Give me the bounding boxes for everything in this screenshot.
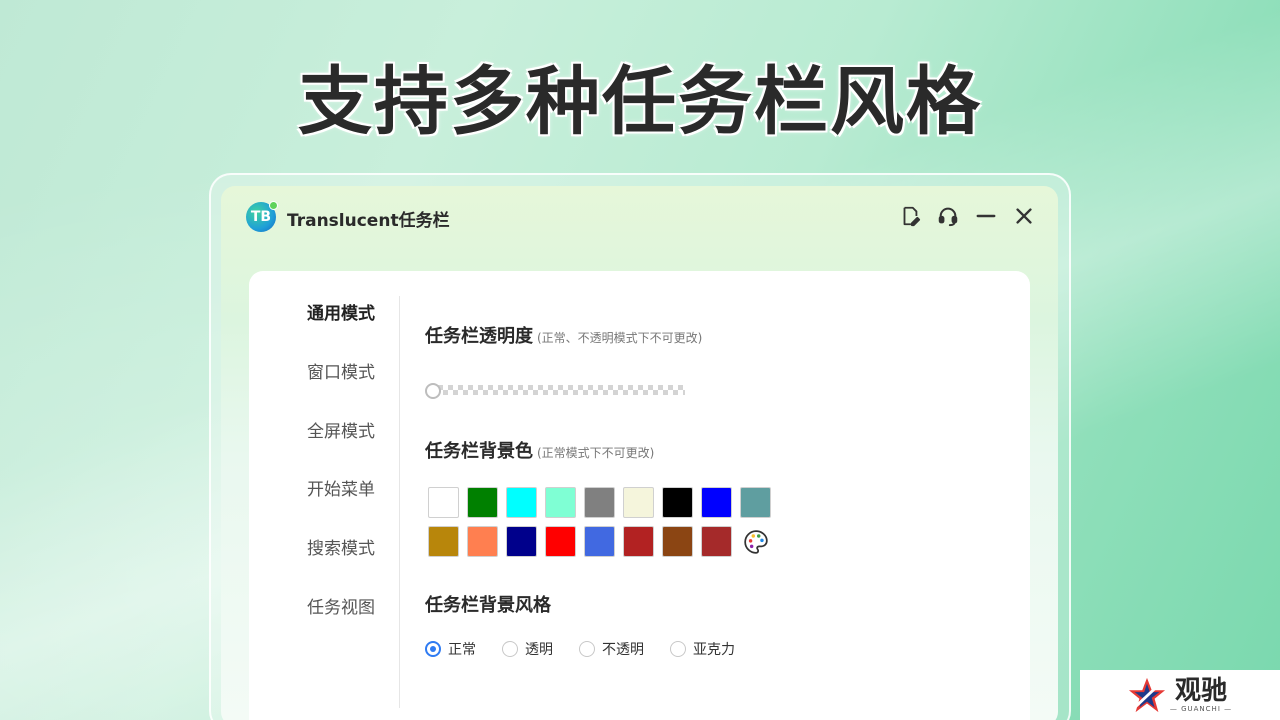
headset-icon[interactable] [936, 204, 960, 228]
sidebar: 通用模式 窗口模式 全屏模式 开始菜单 搜索模式 任务视图 [249, 271, 399, 720]
bg-color-note: (正常模式下不可更改) [537, 446, 655, 460]
transparency-title: 任务栏透明度 [425, 326, 533, 347]
color-swatch[interactable] [467, 487, 498, 518]
color-swatch[interactable] [506, 487, 537, 518]
radio-transparent[interactable]: 透明 [502, 639, 553, 659]
headline: 支持多种任务栏风格 [298, 59, 982, 145]
color-swatch[interactable] [428, 487, 459, 518]
transparency-note: (正常、不透明模式下不可更改) [537, 331, 703, 345]
color-swatch[interactable] [662, 526, 693, 557]
brand-text: 观驰 — GUANCHI — [1170, 677, 1232, 713]
color-swatch[interactable] [623, 487, 654, 518]
swatch-row-1 [428, 487, 788, 518]
brand-sub: — GUANCHI — [1169, 705, 1233, 713]
palette-icon[interactable] [740, 526, 771, 557]
app-window: TB Translucent任务栏 通用模式 窗口模式 全屏模式 开始菜单 搜索… [221, 186, 1058, 720]
color-swatch[interactable] [623, 526, 654, 557]
radio-acrylic[interactable]: 亚克力 [670, 639, 735, 659]
app-title: Translucent任务栏 [287, 211, 450, 231]
content-area: 任务栏透明度 (正常、不透明模式下不可更改) 任务栏背景色 (正常模式下不可更改) … [425, 271, 1030, 720]
radio-label: 正常 [448, 642, 476, 658]
radio-label: 亚克力 [693, 642, 735, 658]
color-swatch[interactable] [467, 526, 498, 557]
minimize-icon[interactable] [974, 204, 998, 228]
radio-label: 透明 [525, 642, 553, 658]
title-bar: TB Translucent任务栏 [221, 186, 1058, 248]
sidebar-item-search-mode[interactable]: 搜索模式 [307, 534, 375, 559]
swatch-row-2 [428, 526, 788, 557]
settings-panel: 通用模式 窗口模式 全屏模式 开始菜单 搜索模式 任务视图 任务栏透明度 (正常、… [249, 271, 1030, 720]
color-swatch[interactable] [740, 487, 771, 518]
bg-style-title: 任务栏背景风格 [425, 595, 551, 616]
edit-note-icon[interactable] [898, 204, 922, 228]
radio-opaque[interactable]: 不透明 [579, 639, 644, 659]
bg-color-title: 任务栏背景色 [425, 441, 533, 462]
color-swatch[interactable] [584, 487, 615, 518]
app-logo-dot [269, 201, 278, 210]
radio-normal[interactable]: 正常 [425, 639, 476, 659]
sidebar-item-task-view[interactable]: 任务视图 [307, 593, 375, 618]
app-logo-letters: TB [250, 209, 272, 225]
color-swatch[interactable] [545, 487, 576, 518]
color-swatch[interactable] [545, 526, 576, 557]
transparency-heading: 任务栏透明度 (正常、不透明模式下不可更改) [425, 322, 702, 348]
sidebar-item-window-mode[interactable]: 窗口模式 [307, 358, 375, 383]
color-swatches [428, 487, 788, 565]
bg-color-heading: 任务栏背景色 (正常模式下不可更改) [425, 437, 654, 463]
brand-name: 观驰 [1174, 676, 1227, 706]
color-swatch[interactable] [662, 487, 693, 518]
color-swatch[interactable] [701, 526, 732, 557]
color-swatch[interactable] [701, 487, 732, 518]
titlebar-controls [898, 204, 1036, 228]
radio-circle [670, 641, 686, 657]
sidebar-divider [399, 296, 400, 708]
app-logo-icon: TB [246, 201, 278, 232]
color-swatch[interactable] [428, 526, 459, 557]
radio-circle [502, 641, 518, 657]
radio-circle [425, 641, 441, 657]
radio-circle [579, 641, 595, 657]
sidebar-item-general-mode[interactable]: 通用模式 [307, 299, 375, 324]
transparency-slider[interactable] [425, 383, 687, 399]
slider-thumb[interactable] [425, 383, 441, 399]
color-swatch[interactable] [506, 526, 537, 557]
close-icon[interactable] [1012, 204, 1036, 228]
sidebar-item-fullscreen-mode[interactable]: 全屏模式 [307, 417, 375, 442]
bg-style-radio-group: 正常 透明 不透明 亚克力 [425, 639, 761, 659]
color-swatch[interactable] [584, 526, 615, 557]
brand-watermark: 观驰 — GUANCHI — [1080, 670, 1280, 720]
sidebar-item-start-menu[interactable]: 开始菜单 [307, 475, 375, 500]
radio-label: 不透明 [602, 642, 644, 658]
slider-track [433, 385, 685, 395]
brand-star-icon [1128, 677, 1165, 713]
